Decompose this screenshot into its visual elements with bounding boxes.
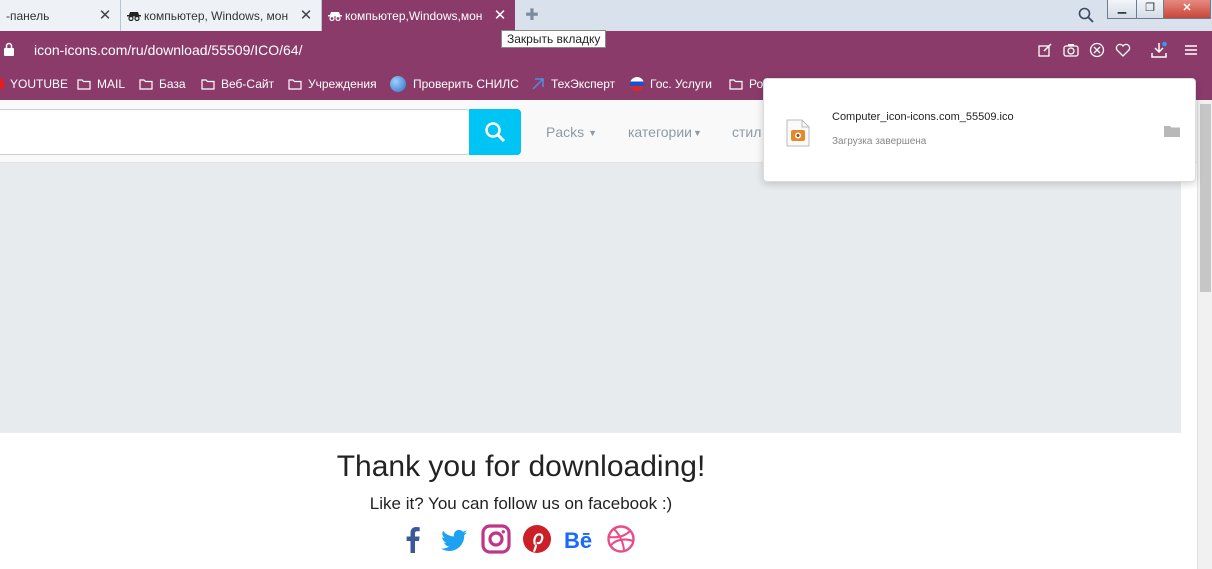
bookmark-label: База [159,77,186,91]
globe-icon [390,76,406,92]
camera-icon[interactable] [1063,42,1079,58]
bookmark-gosuslugi[interactable]: Гос. Услуги [630,76,712,92]
open-folder-icon[interactable] [1164,125,1180,137]
behance-icon[interactable]: Bē [563,523,597,555]
bookmark-label: ТехЭксперт [551,77,616,91]
edit-icon[interactable] [1037,42,1053,58]
caret-down-icon: ▼ [692,128,702,139]
facebook-icon[interactable] [398,523,428,555]
russia-flag-icon [630,77,644,91]
scrollbar-thumb[interactable] [1200,104,1211,292]
folder-icon [77,79,91,90]
new-tab-icon[interactable]: ✚ [523,7,541,25]
bookmark-youtube[interactable]: YOUTUBE [0,76,68,92]
bookmark-label: YOUTUBE [10,77,69,91]
url-field[interactable]: icon-icons.com/ru/download/55509/ICO/64/ [34,42,302,58]
block-icon[interactable] [1089,42,1105,58]
tooltip: Закрыть вкладку [501,30,607,48]
tab-title: -панель [6,8,50,23]
bookmark-label: Веб-Сайт [221,77,275,91]
incognito-icon [127,11,141,21]
search-tabs-icon[interactable] [1077,6,1095,24]
thanks-heading: Thank you for downloading! [336,450,706,483]
techexpert-icon [532,78,544,90]
pinterest-icon[interactable] [522,523,552,555]
maximize-button[interactable]: ❐ [1136,0,1164,19]
folder-icon [288,79,302,90]
bookmark-techexpert[interactable]: ТехЭксперт [531,76,615,92]
bookmark-label: Ро [749,77,764,91]
page-scrollbar[interactable] [1197,100,1212,569]
downloads-popup: Computer_icon-icons.com_55509.ico Загруз… [763,78,1196,182]
folder-icon [201,79,215,90]
site-search-button[interactable] [469,109,521,155]
download-filename[interactable]: Computer_icon-icons.com_55509.ico [832,111,1014,123]
folder-icon [729,79,743,90]
bookmark-label: Проверить СНИЛС [413,77,519,91]
bookmark-label: MAIL [97,77,126,91]
ico-file-icon [786,119,810,147]
bookmark-institutions[interactable]: Учреждения [288,76,377,92]
follow-text: Like it? You can follow us on facebook :… [369,494,673,513]
tab-search-active[interactable]: компьютер,Windows,мон ✕ [322,0,515,31]
bookmark-label: Гос. Услуги [650,77,712,91]
browser-window: -панель ✕ компьютер, Windows, мон ✕ комп… [0,0,1212,569]
bookmark-snils[interactable]: Проверить СНИЛС [390,76,519,92]
lock-icon[interactable] [4,42,14,56]
ad-placeholder [0,163,1181,433]
youtube-icon [0,79,4,89]
nav-packs-label: Packs [546,124,585,140]
instagram-icon[interactable] [481,523,511,555]
download-icon[interactable] [1151,42,1167,58]
close-tab-icon[interactable]: ✕ [98,8,112,23]
nav-packs[interactable]: Packs ▼ [546,124,597,140]
caret-down-icon: ▼ [588,128,598,139]
download-status: Загрузка завершена [832,136,927,147]
menu-icon[interactable] [1183,42,1199,58]
tab-strip: -панель ✕ компьютер, Windows, мон ✕ комп… [0,0,1212,31]
bookmark-ro[interactable]: Ро [729,76,763,92]
close-tab-icon[interactable]: ✕ [299,8,313,23]
minimize-button[interactable]: ▁ [1107,0,1137,19]
search-icon [485,122,506,143]
bookmark-baza[interactable]: База [139,76,186,92]
bookmark-label: Учреждения [308,77,377,91]
incognito-icon [328,11,342,21]
bookmark-website[interactable]: Веб-Сайт [201,76,274,92]
dribbble-icon[interactable] [606,523,636,555]
tab-title: компьютер, Windows, мон [144,8,289,23]
nav-styles[interactable]: стил [732,124,761,140]
twitter-icon[interactable] [439,523,469,555]
tab-search-1[interactable]: компьютер, Windows, мон ✕ [121,0,322,31]
tab-title: компьютер,Windows,мон [345,8,483,23]
folder-icon [139,79,153,90]
site-search-input[interactable] [0,109,470,155]
svg-text:Bē: Bē [564,528,592,553]
nav-categories-label: категории [628,124,692,140]
nav-categories[interactable]: категории▼ [628,124,702,140]
nav-styles-label: стил [732,124,762,140]
tab-panel[interactable]: -панель ✕ [0,0,121,31]
bookmark-mail[interactable]: MAIL [77,76,125,92]
close-tab-icon[interactable]: ✕ [493,8,507,23]
close-window-button[interactable]: ✕ [1163,0,1211,19]
heart-icon[interactable] [1115,42,1131,58]
